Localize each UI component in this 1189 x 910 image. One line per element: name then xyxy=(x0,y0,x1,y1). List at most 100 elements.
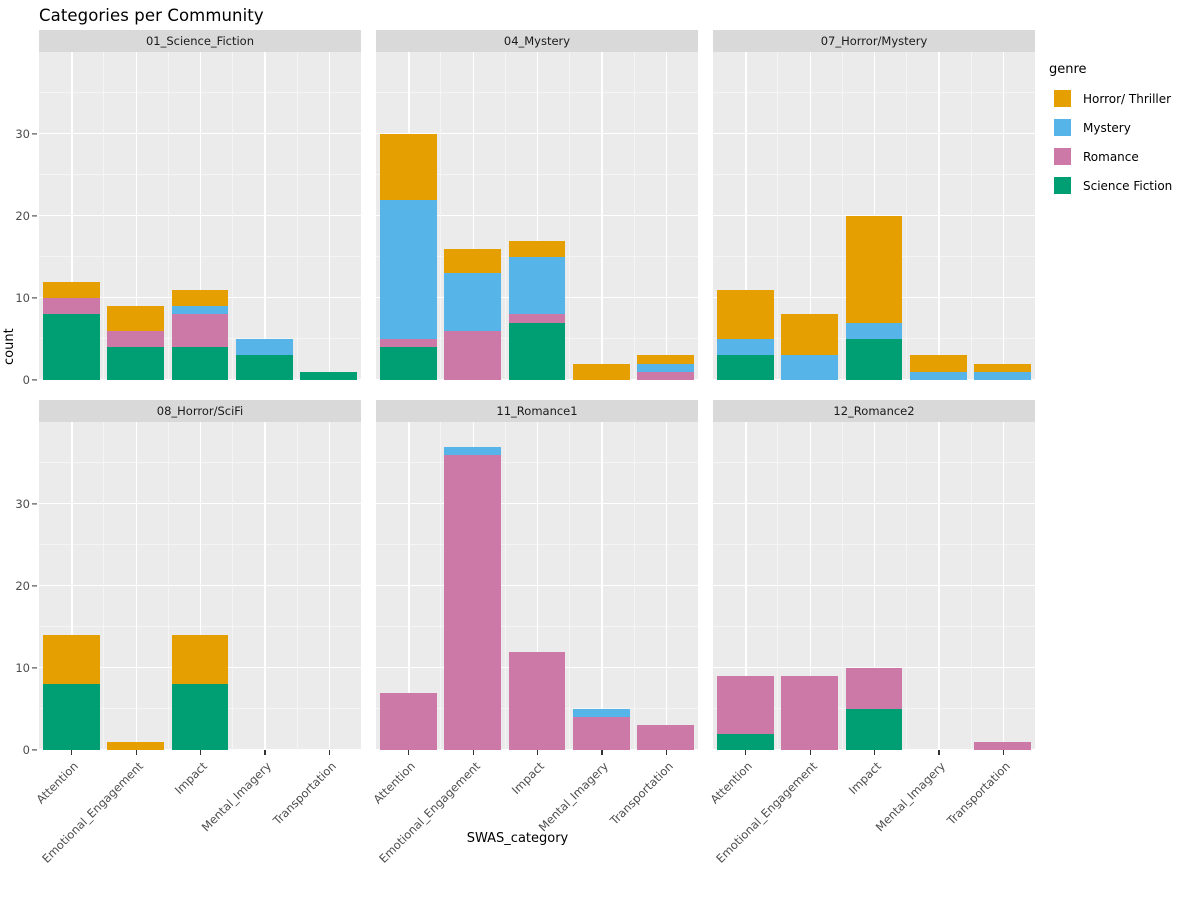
bar-segment[interactable] xyxy=(637,363,695,372)
bar-segment[interactable] xyxy=(236,355,293,380)
bar-segment[interactable] xyxy=(845,322,903,339)
y-tick-mark xyxy=(32,133,37,135)
bar-segment[interactable] xyxy=(379,347,437,380)
bar-segment[interactable] xyxy=(444,446,501,455)
bar-segment[interactable] xyxy=(781,676,838,750)
bar-segment[interactable] xyxy=(379,339,437,348)
bar-stack[interactable] xyxy=(300,371,358,380)
bar-stack[interactable] xyxy=(171,289,229,380)
bar-stack[interactable] xyxy=(845,216,903,380)
bar-stack[interactable] xyxy=(974,363,1032,380)
bar-segment[interactable] xyxy=(107,347,164,380)
chart-title: Categories per Community xyxy=(39,6,264,25)
bar-segment[interactable] xyxy=(716,355,774,380)
bar-stack[interactable] xyxy=(637,725,695,750)
bar-segment[interactable] xyxy=(508,257,566,315)
bar-segment[interactable] xyxy=(42,281,100,298)
bar-segment[interactable] xyxy=(781,314,838,356)
bar-stack[interactable] xyxy=(42,281,100,380)
bar-stack[interactable] xyxy=(444,446,501,750)
bar-stack[interactable] xyxy=(781,676,838,750)
bar-segment[interactable] xyxy=(573,709,630,718)
bar-segment[interactable] xyxy=(107,330,164,348)
bar-segment[interactable] xyxy=(508,314,566,323)
bar-segment[interactable] xyxy=(573,363,630,380)
bar-stack[interactable] xyxy=(845,668,903,750)
bar-segment[interactable] xyxy=(300,371,358,380)
legend-item[interactable]: Mystery xyxy=(1048,113,1189,142)
bar-segment[interactable] xyxy=(781,355,838,380)
panel-strip-label: 12_Romance2 xyxy=(713,400,1035,422)
bar-segment[interactable] xyxy=(637,725,695,750)
bar-stack[interactable] xyxy=(910,355,967,380)
bar-segment[interactable] xyxy=(910,355,967,372)
bar-segment[interactable] xyxy=(845,339,903,380)
bar-segment[interactable] xyxy=(444,248,501,274)
bar-stack[interactable] xyxy=(573,363,630,380)
bar-segment[interactable] xyxy=(236,339,293,356)
bar-segment[interactable] xyxy=(974,363,1032,372)
y-tick-mark xyxy=(32,297,37,299)
bar-segment[interactable] xyxy=(379,134,437,200)
bar-stack[interactable] xyxy=(107,741,164,750)
legend-item[interactable]: Science Fiction xyxy=(1048,171,1189,200)
bar-stack[interactable] xyxy=(508,651,566,750)
bar-stack[interactable] xyxy=(379,134,437,380)
bar-segment[interactable] xyxy=(716,733,774,750)
bar-segment[interactable] xyxy=(42,298,100,315)
bar-segment[interactable] xyxy=(573,717,630,750)
bar-stack[interactable] xyxy=(573,709,630,750)
bar-stack[interactable] xyxy=(379,692,437,750)
bar-segment[interactable] xyxy=(171,635,229,685)
bar-segment[interactable] xyxy=(974,371,1032,380)
y-tick-label: 10 xyxy=(15,291,30,305)
bar-segment[interactable] xyxy=(379,692,437,750)
bar-segment[interactable] xyxy=(444,454,501,750)
panel-strip-label: 07_Horror/Mystery xyxy=(713,30,1035,52)
y-tick-mark xyxy=(32,379,37,381)
bar-segment[interactable] xyxy=(716,289,774,339)
x-tick-mark xyxy=(601,750,603,755)
bar-stack[interactable] xyxy=(444,248,501,380)
bar-segment[interactable] xyxy=(107,306,164,331)
bar-segment[interactable] xyxy=(42,684,100,750)
bar-segment[interactable] xyxy=(637,371,695,380)
bar-stack[interactable] xyxy=(171,635,229,750)
bar-segment[interactable] xyxy=(107,741,164,750)
bar-segment[interactable] xyxy=(171,684,229,750)
bar-segment[interactable] xyxy=(171,314,229,348)
bar-segment[interactable] xyxy=(444,330,501,380)
bar-stack[interactable] xyxy=(508,240,566,380)
bar-stack[interactable] xyxy=(42,635,100,750)
legend-item[interactable]: Romance xyxy=(1048,142,1189,171)
bar-segment[interactable] xyxy=(637,355,695,364)
bar-segment[interactable] xyxy=(716,339,774,356)
bar-segment[interactable] xyxy=(42,635,100,685)
bar-segment[interactable] xyxy=(171,289,229,307)
bar-segment[interactable] xyxy=(444,273,501,331)
bar-stack[interactable] xyxy=(637,355,695,380)
bar-segment[interactable] xyxy=(845,668,903,709)
facet-panel: 11_Romance1 xyxy=(376,400,698,750)
x-tick-mark xyxy=(200,750,202,755)
bar-stack[interactable] xyxy=(781,314,838,380)
bar-stack[interactable] xyxy=(716,676,774,750)
bar-segment[interactable] xyxy=(379,199,437,339)
bar-segment[interactable] xyxy=(508,651,566,750)
bar-segment[interactable] xyxy=(716,676,774,734)
bar-stack[interactable] xyxy=(107,306,164,380)
bar-segment[interactable] xyxy=(910,371,967,380)
bar-segment[interactable] xyxy=(171,306,229,315)
bar-segment[interactable] xyxy=(508,322,566,380)
bar-segment[interactable] xyxy=(508,240,566,257)
bar-stack[interactable] xyxy=(236,339,293,380)
bar-segment[interactable] xyxy=(845,709,903,750)
bar-segment[interactable] xyxy=(974,741,1032,750)
bar-stack[interactable] xyxy=(716,289,774,380)
bar-stack[interactable] xyxy=(974,741,1032,750)
legend-item[interactable]: Horror/ Thriller xyxy=(1048,84,1189,113)
bar-segment[interactable] xyxy=(171,347,229,380)
x-tick-mark xyxy=(874,750,876,755)
bar-segment[interactable] xyxy=(42,314,100,380)
bar-segment[interactable] xyxy=(845,216,903,323)
